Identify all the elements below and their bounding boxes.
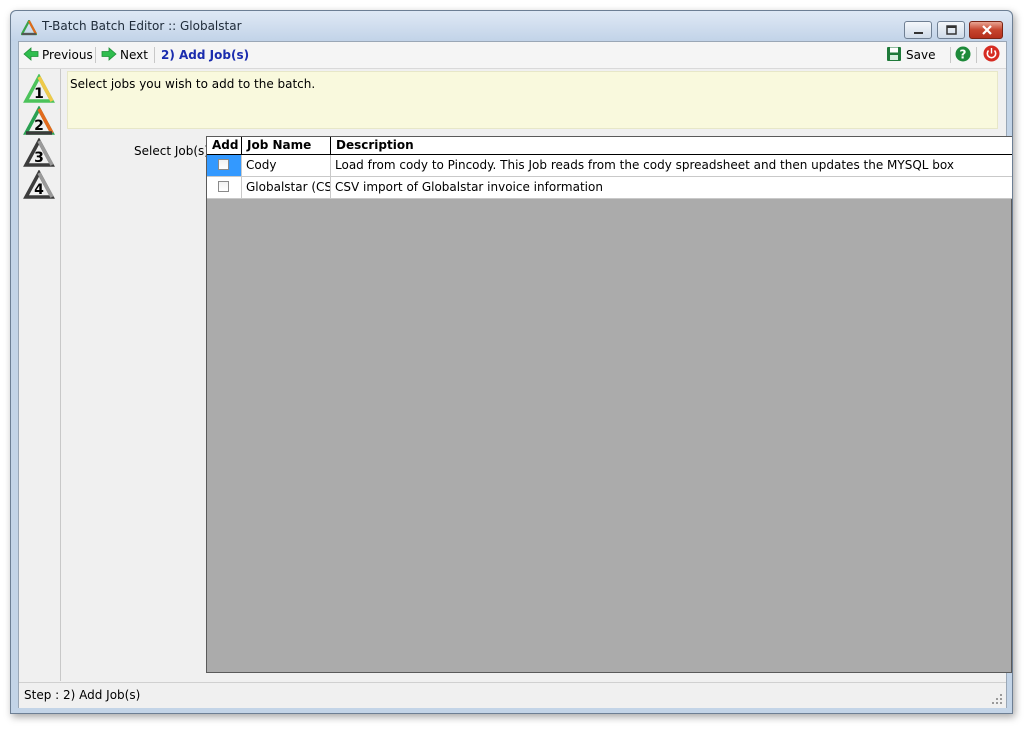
save-button[interactable]: Save [886,46,936,65]
svg-text:2: 2 [34,118,44,134]
window-title: T-Batch Batch Editor :: Globalstar [42,19,242,33]
step-3-icon[interactable]: 3 [23,137,55,170]
client-area: Previous Next 2) Add Job(s) Save ? 1 2 3… [18,41,1012,708]
arrow-left-icon [23,46,39,64]
add-cell[interactable] [207,177,242,198]
toolbar-separator [154,47,155,63]
step-1-icon[interactable]: 1 [23,73,55,106]
status-text: Step : 2) Add Job(s) [24,688,141,702]
column-header-job-name[interactable]: Job Name [242,137,331,154]
close-window-button[interactable] [969,21,1003,39]
select-jobs-label: Select Job(s): [134,144,213,158]
instruction-text: Select jobs you wish to add to the batch… [70,77,316,91]
previous-button[interactable]: Previous [23,46,93,64]
previous-label: Previous [42,48,93,62]
instruction-panel: Select jobs you wish to add to the batch… [67,71,998,129]
add-cell[interactable] [207,155,242,176]
column-header-add[interactable]: Add [207,137,242,154]
title-bar[interactable]: T-Batch Batch Editor :: Globalstar [11,11,1012,41]
app-logo-icon [20,18,38,36]
save-label: Save [906,48,936,62]
toolbar: Previous Next 2) Add Job(s) Save ? [19,42,1006,69]
svg-text:?: ? [960,47,967,61]
help-button[interactable]: ? [955,46,971,65]
minimize-button[interactable] [904,21,932,39]
app-window: T-Batch Batch Editor :: Globalstar Previ… [10,10,1013,714]
power-icon [983,45,1000,65]
exit-button[interactable] [983,45,1000,65]
description-cell[interactable]: CSV import of Globalstar invoice informa… [331,177,1012,198]
save-disk-icon [886,46,902,65]
column-header-description[interactable]: Description [331,137,1012,154]
arrow-right-icon [101,46,117,64]
toolbar-separator [976,47,977,63]
current-step-title: 2) Add Job(s) [161,48,250,62]
table-row[interactable]: Cody Load from cody to Pincody. This Job… [207,155,1012,177]
svg-text:4: 4 [34,182,44,198]
maximize-button[interactable] [937,21,965,39]
next-button[interactable]: Next [101,46,148,64]
step-4-icon[interactable]: 4 [23,169,55,202]
jobs-grid[interactable]: Add Job Name Description Cody Load from … [206,136,1012,673]
add-job-checkbox[interactable] [218,181,229,192]
next-label: Next [120,48,148,62]
toolbar-separator [950,47,951,63]
resize-grip-icon[interactable] [991,693,1003,705]
description-cell[interactable]: Load from cody to Pincody. This Job read… [331,155,1012,176]
job-name-cell[interactable]: Cody [242,155,331,176]
main-panel: Select jobs you wish to add to the batch… [61,69,1012,681]
status-bar: Step : 2) Add Job(s) [19,682,1006,708]
svg-text:3: 3 [34,150,44,166]
add-job-checkbox[interactable] [218,159,229,170]
svg-text:1: 1 [34,86,44,102]
toolbar-separator [95,47,96,63]
step-sidebar: 1 2 3 4 [19,69,61,681]
grid-header: Add Job Name Description [207,137,1012,155]
help-icon: ? [955,46,971,65]
table-row[interactable]: Globalstar (CSV) CSV import of Globalsta… [207,177,1012,199]
step-2-icon[interactable]: 2 [23,105,55,138]
job-name-cell[interactable]: Globalstar (CSV) [242,177,331,198]
